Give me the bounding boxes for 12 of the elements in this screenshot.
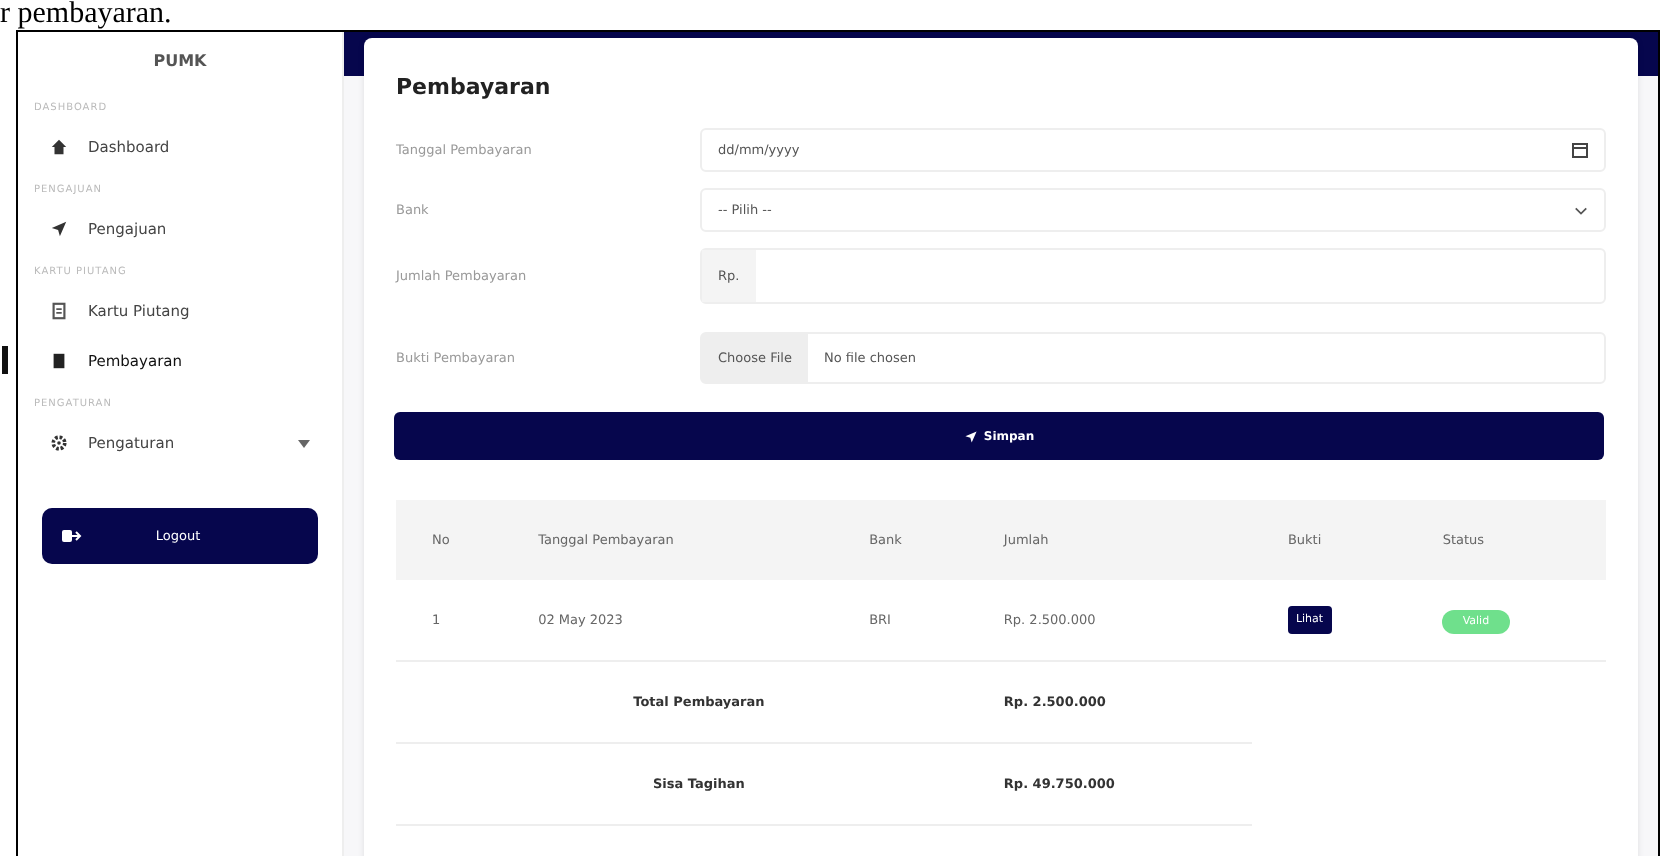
chevron-icon	[1574, 205, 1588, 215]
logout-icon	[62, 528, 82, 544]
page-title: Pembayaran	[396, 74, 553, 100]
document-icon	[50, 302, 68, 320]
send-icon	[50, 220, 68, 238]
brand-name: PUMK	[151, 52, 209, 70]
book-icon	[50, 352, 68, 370]
send-icon	[963, 429, 978, 443]
settings-icon	[50, 434, 68, 452]
calendar-icon	[1572, 142, 1588, 158]
caption-text: r pembayaran.	[0, 0, 174, 30]
home-icon	[50, 138, 68, 156]
